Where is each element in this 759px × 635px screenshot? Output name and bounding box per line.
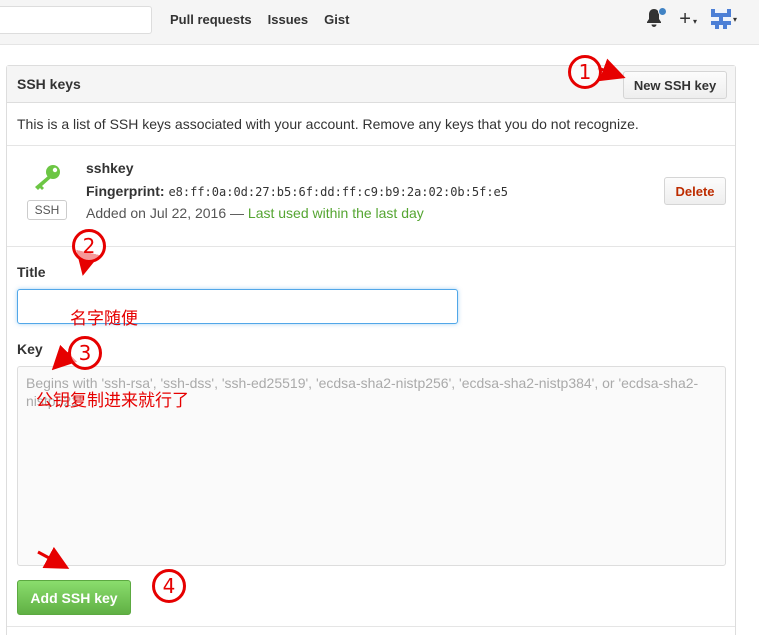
fingerprint-value: e8:ff:0a:0d:27:b5:6f:dd:ff:c9:b9:2a:02:0… (168, 185, 508, 199)
header-nav: Pull requests Issues Gist (170, 12, 349, 27)
chevron-down-icon: ▾ (732, 14, 737, 24)
nav-gist[interactable]: Gist (324, 12, 349, 27)
top-header: Pull requests Issues Gist + ▾ ▾ (0, 0, 759, 45)
title-input[interactable] (17, 289, 458, 324)
avatar (710, 9, 731, 29)
search-input[interactable] (0, 6, 152, 34)
key-type-badge: SSH (27, 200, 67, 220)
key-added-info: Added on Jul 22, 2016 — Last used within… (86, 205, 424, 221)
key-title: sshkey (86, 160, 134, 176)
divider (7, 626, 735, 627)
page-title: SSH keys (17, 76, 81, 92)
title-label: Title (17, 264, 46, 280)
plus-icon: + (679, 8, 691, 30)
fingerprint-label: Fingerprint: (86, 183, 165, 199)
header-actions: + ▾ ▾ (645, 7, 737, 30)
info-text: This is a list of SSH keys associated wi… (17, 116, 639, 132)
last-used-status: Last used within the last day (247, 205, 424, 221)
user-menu[interactable]: ▾ (710, 9, 737, 29)
add-ssh-key-button[interactable]: Add SSH key (17, 580, 131, 615)
divider (7, 246, 735, 247)
notifications-bell-icon[interactable] (645, 7, 668, 30)
added-date: Added on Jul 22, 2016 — (86, 205, 245, 221)
nav-pull-requests[interactable]: Pull requests (170, 12, 252, 27)
unread-indicator (658, 7, 668, 16)
new-ssh-key-button[interactable]: New SSH key (623, 71, 727, 99)
create-new-menu[interactable]: + ▾ (679, 9, 697, 29)
delete-key-button[interactable]: Delete (664, 177, 726, 205)
ssh-keys-panel: SSH keys New SSH key This is a list of S… (6, 65, 736, 635)
key-fingerprint: Fingerprint: e8:ff:0a:0d:27:b5:6f:dd:ff:… (86, 183, 508, 199)
panel-header: SSH keys New SSH key (7, 66, 735, 103)
key-textarea[interactable] (17, 366, 726, 566)
chevron-down-icon: ▾ (692, 16, 697, 26)
key-icon (35, 165, 60, 190)
nav-issues[interactable]: Issues (268, 12, 308, 27)
divider (7, 145, 735, 146)
key-label: Key (17, 341, 43, 357)
